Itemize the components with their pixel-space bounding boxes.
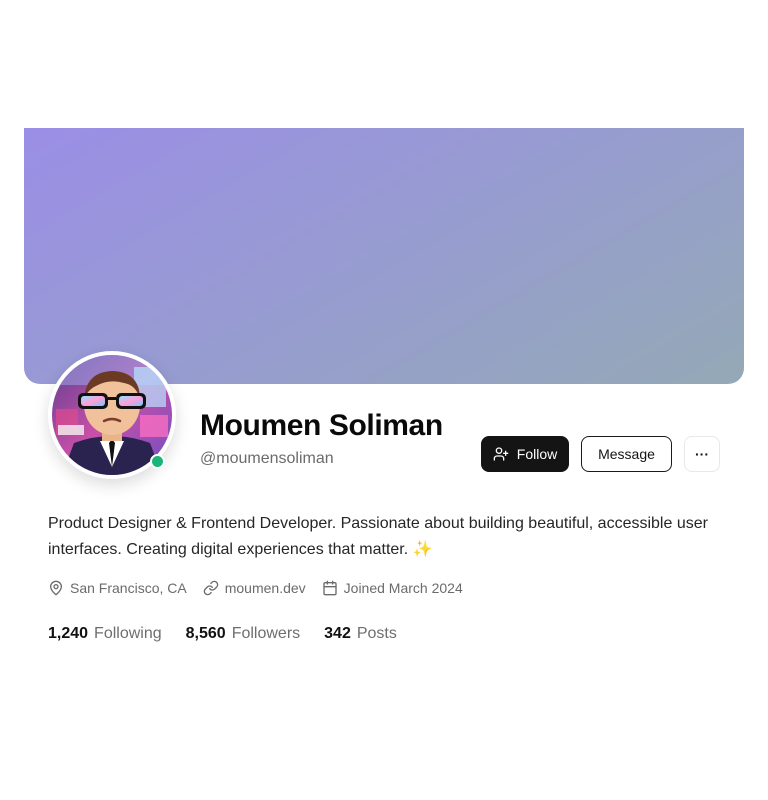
profile-stats: 1,240 Following 8,560 Followers 342 Posts — [48, 625, 421, 643]
stat-label: Followers — [231, 625, 301, 642]
cover-banner — [24, 128, 744, 384]
meta-joined: Joined March 2024 — [322, 580, 463, 596]
meta-website[interactable]: moumen.dev — [203, 580, 306, 596]
profile-handle: @moumensoliman — [200, 450, 334, 467]
stat-label: Posts — [356, 625, 397, 642]
stat-value: 342 — [324, 625, 351, 642]
calendar-icon — [322, 580, 337, 596]
online-status-dot — [150, 454, 165, 469]
profile-bio: Product Designer & Frontend Developer. P… — [48, 515, 708, 558]
profile-page: Moumen Soliman @moumensoliman Follow Mes… — [0, 0, 768, 800]
stat-value: 1,240 — [48, 625, 89, 642]
follow-button[interactable]: Follow — [481, 436, 569, 472]
message-button-label: Message — [598, 446, 655, 462]
map-pin-icon — [50, 580, 62, 596]
stat-value: 8,560 — [185, 625, 226, 642]
user-plus-icon — [493, 447, 509, 461]
more-horizontal-icon: ··· — [695, 446, 709, 462]
stat-following[interactable]: 1,240 Following — [48, 625, 162, 643]
stat-posts[interactable]: 342 Posts — [324, 625, 397, 643]
profile-name: Moumen Soliman — [200, 409, 443, 442]
location-text: San Francisco, CA — [70, 580, 187, 596]
more-options-button[interactable]: ··· — [684, 436, 720, 472]
stat-label: Following — [94, 625, 162, 642]
website-link[interactable]: moumen.dev — [225, 580, 306, 596]
message-button[interactable]: Message — [581, 436, 672, 472]
avatar-container[interactable] — [48, 351, 176, 479]
link-icon — [203, 580, 218, 596]
stat-followers[interactable]: 8,560 Followers — [186, 625, 301, 643]
meta-location: San Francisco, CA — [48, 580, 187, 596]
profile-meta: San Francisco, CA moumen.dev Joined Marc… — [48, 580, 479, 596]
follow-button-label: Follow — [516, 446, 558, 462]
joined-text: Joined March 2024 — [343, 580, 463, 596]
